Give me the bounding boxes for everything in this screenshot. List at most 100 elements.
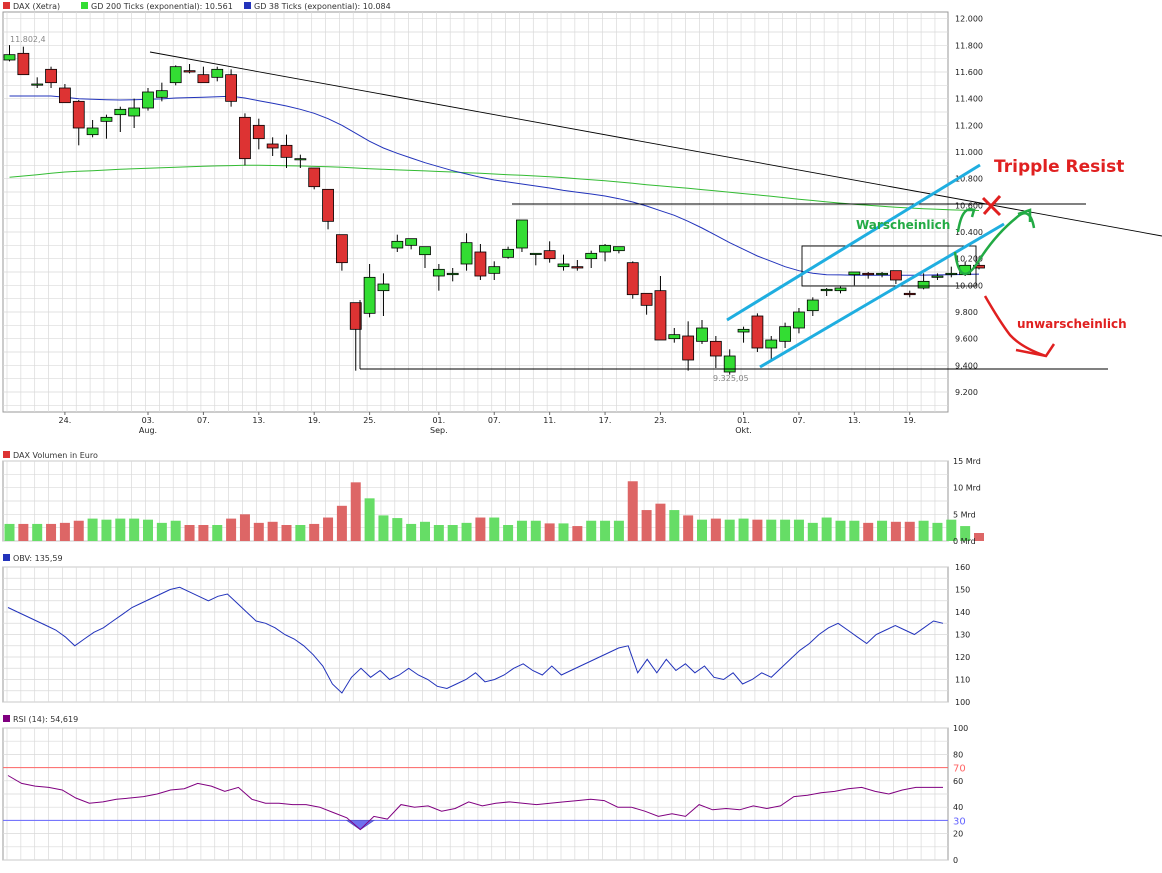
volume-bar bbox=[309, 523, 320, 541]
x-tick-label: 25. bbox=[363, 416, 376, 425]
obv-tick-label: 100 bbox=[955, 698, 970, 707]
candle-body bbox=[474, 251, 487, 277]
volume-bar bbox=[129, 518, 140, 541]
candle-body bbox=[571, 266, 584, 269]
month-label: Okt. bbox=[735, 426, 752, 435]
x-tick-label: 03. bbox=[142, 416, 155, 425]
obv-tick-label: 130 bbox=[955, 631, 970, 640]
candle-body bbox=[211, 68, 224, 78]
candle-body bbox=[142, 91, 154, 109]
price-tick-label: 9.800 bbox=[955, 308, 978, 317]
volume-bar bbox=[323, 517, 334, 541]
candle-body bbox=[432, 268, 445, 277]
volume-bar bbox=[710, 518, 721, 541]
candle-body bbox=[100, 116, 113, 122]
legend-ma200: GD 200 Ticks (exponential): 10.561 bbox=[91, 2, 233, 11]
candle-body bbox=[682, 335, 695, 361]
x-tick-label: 07. bbox=[488, 416, 501, 425]
rsi-legend: RSI (14): 54,619 bbox=[3, 715, 78, 724]
candle-body bbox=[709, 340, 722, 357]
candle-body bbox=[128, 107, 141, 117]
price-legend: DAX (Xetra) GD 200 Ticks (exponential): … bbox=[3, 2, 391, 11]
volume-bar bbox=[821, 517, 832, 541]
price-tick-label: 9.600 bbox=[955, 335, 978, 344]
rsi-axis: 0 20 40 60 80 100 70 30 bbox=[953, 724, 968, 865]
rsi-tick-label: 20 bbox=[953, 830, 963, 839]
price-tick-label: 11.600 bbox=[955, 68, 983, 77]
volume-bar bbox=[406, 523, 417, 541]
volume-bar bbox=[835, 520, 846, 541]
volume-bar bbox=[724, 519, 735, 541]
rsi-level-label: 30 bbox=[953, 816, 966, 827]
legend-dax: DAX (Xetra) bbox=[13, 2, 60, 11]
candle-body bbox=[183, 70, 196, 73]
x-tick-label: 24. bbox=[59, 416, 72, 425]
volume-bar bbox=[170, 520, 181, 541]
obv-tick-label: 120 bbox=[955, 653, 970, 662]
volume-bar bbox=[281, 525, 292, 541]
candle-body bbox=[654, 290, 667, 341]
candle bbox=[308, 167, 321, 190]
volume-bar bbox=[780, 519, 791, 541]
candle-body bbox=[793, 311, 805, 329]
candle-body bbox=[17, 52, 30, 76]
volume-bar bbox=[267, 521, 278, 541]
candle-body bbox=[543, 250, 556, 260]
volume-tick-label: 10 Mrd bbox=[953, 484, 981, 493]
legend-ma38: GD 38 Ticks (exponential): 10.084 bbox=[254, 2, 391, 11]
volume-bar bbox=[918, 520, 929, 541]
candle-body bbox=[419, 246, 431, 256]
candle-body bbox=[876, 272, 888, 276]
candle-body bbox=[86, 127, 99, 136]
obv-tick-label: 160 bbox=[955, 563, 970, 572]
volume-bar bbox=[475, 517, 486, 541]
candle-body bbox=[45, 68, 57, 84]
candle-body bbox=[155, 90, 168, 98]
volume-bar bbox=[877, 520, 888, 541]
volume-bar bbox=[932, 522, 943, 541]
volume-bar bbox=[613, 520, 624, 541]
candle-body bbox=[903, 292, 916, 296]
green-path bbox=[953, 212, 1036, 275]
volume-bar bbox=[766, 519, 777, 541]
obv-tick-label: 150 bbox=[955, 586, 970, 595]
legend-volume: DAX Volumen in Euro bbox=[13, 451, 98, 460]
candle-body bbox=[945, 272, 958, 275]
volume-bar bbox=[156, 522, 167, 541]
candle-body bbox=[460, 242, 473, 265]
obv-tick-label: 140 bbox=[955, 608, 970, 617]
x-tick-label: 11. bbox=[543, 416, 556, 425]
volume-bar bbox=[87, 518, 98, 541]
candle-body bbox=[280, 144, 293, 158]
volume-bar bbox=[683, 515, 694, 541]
candle-body bbox=[363, 276, 376, 314]
obv-legend: OBV: 135,59 bbox=[3, 554, 63, 563]
volume-tick-label: 5 Mrd bbox=[953, 510, 976, 519]
volume-bar bbox=[253, 522, 264, 541]
obv-tick-label: 110 bbox=[955, 676, 970, 685]
candle-body bbox=[197, 74, 210, 84]
candle-body bbox=[322, 188, 334, 222]
candle-body bbox=[599, 244, 611, 253]
volume-bar bbox=[655, 503, 666, 541]
volume-bar bbox=[669, 510, 680, 541]
volume-bar bbox=[295, 525, 306, 541]
candle-body bbox=[613, 246, 625, 252]
volume-bar bbox=[849, 520, 860, 541]
volume-bar bbox=[904, 521, 915, 541]
candle-body bbox=[862, 272, 875, 276]
volume-bar bbox=[143, 519, 153, 541]
candle-body bbox=[696, 327, 708, 342]
volume-bar bbox=[461, 522, 472, 541]
volume-bar bbox=[420, 521, 430, 541]
legend-rsi: RSI (14): 54,619 bbox=[13, 715, 78, 724]
candle bbox=[516, 219, 528, 252]
candle-body bbox=[446, 272, 459, 276]
x-tick-label: 17. bbox=[599, 416, 612, 425]
volume-bar bbox=[516, 520, 527, 541]
candle-body bbox=[917, 280, 930, 289]
candle-body bbox=[806, 299, 819, 312]
obv-axis: 100 110 120 130 140 150 160 bbox=[955, 563, 970, 707]
x-tick-label: 01. bbox=[737, 416, 750, 425]
candle-body bbox=[252, 124, 265, 140]
